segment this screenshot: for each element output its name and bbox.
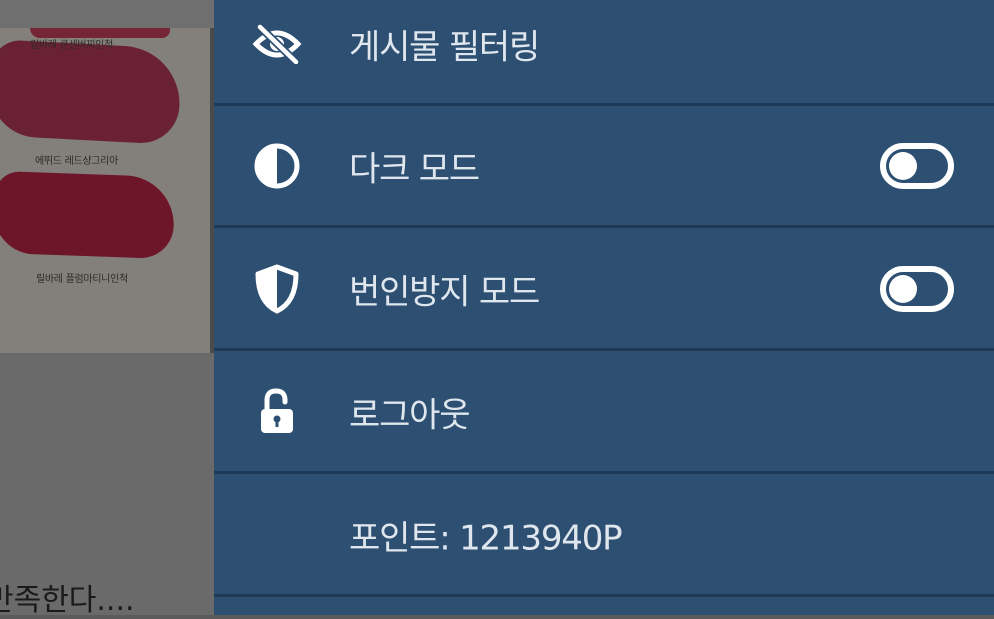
half-circle-contrast-icon bbox=[250, 139, 304, 193]
menu-item-label: 다크 모드 bbox=[349, 149, 480, 189]
burn-in-toggle[interactable] bbox=[880, 265, 954, 312]
menu-item-post-filtering[interactable]: 게시물 필터링 bbox=[214, 0, 994, 106]
side-menu-drawer: 게시물 필터링 다크 모드 번인방지 모드 로그아웃 포인트: 1213940P bbox=[214, 0, 994, 615]
post-photo[interactable]: 릴바레 쿤센버찌인척 에뛰드 레드샹그리아 릴바레 플럼마티니인척 bbox=[0, 28, 214, 353]
menu-item-label: 로그아웃 bbox=[349, 395, 471, 435]
menu-item-label: 번인방지 모드 bbox=[349, 272, 540, 312]
photo-label: 에뛰드 레드샹그리아 bbox=[35, 156, 118, 167]
points-label: 포인트: 1213940P bbox=[349, 518, 623, 558]
dark-mode-toggle[interactable] bbox=[880, 142, 954, 189]
post-text: 만족한다.... bbox=[0, 583, 135, 618]
unlock-icon bbox=[250, 385, 304, 439]
menu-item-points: 포인트: 1213940P bbox=[214, 475, 994, 597]
lip-swatch bbox=[0, 39, 183, 145]
eye-slash-icon bbox=[250, 17, 304, 71]
menu-item-logout[interactable]: 로그아웃 bbox=[214, 352, 994, 474]
menu-item-burn-in-prevention[interactable]: 번인방지 모드 bbox=[214, 229, 994, 351]
menu-item-label: 게시물 필터링 bbox=[349, 27, 540, 67]
photo-label: 릴바레 플럼마티니인척 bbox=[36, 274, 128, 285]
menu-item-dark-mode[interactable]: 다크 모드 bbox=[214, 106, 994, 228]
lip-swatch bbox=[0, 170, 176, 260]
background-top-strip bbox=[0, 0, 214, 28]
photo-label: 릴바레 쿤센버찌인척 bbox=[30, 40, 113, 51]
shield-half-icon bbox=[250, 262, 304, 316]
